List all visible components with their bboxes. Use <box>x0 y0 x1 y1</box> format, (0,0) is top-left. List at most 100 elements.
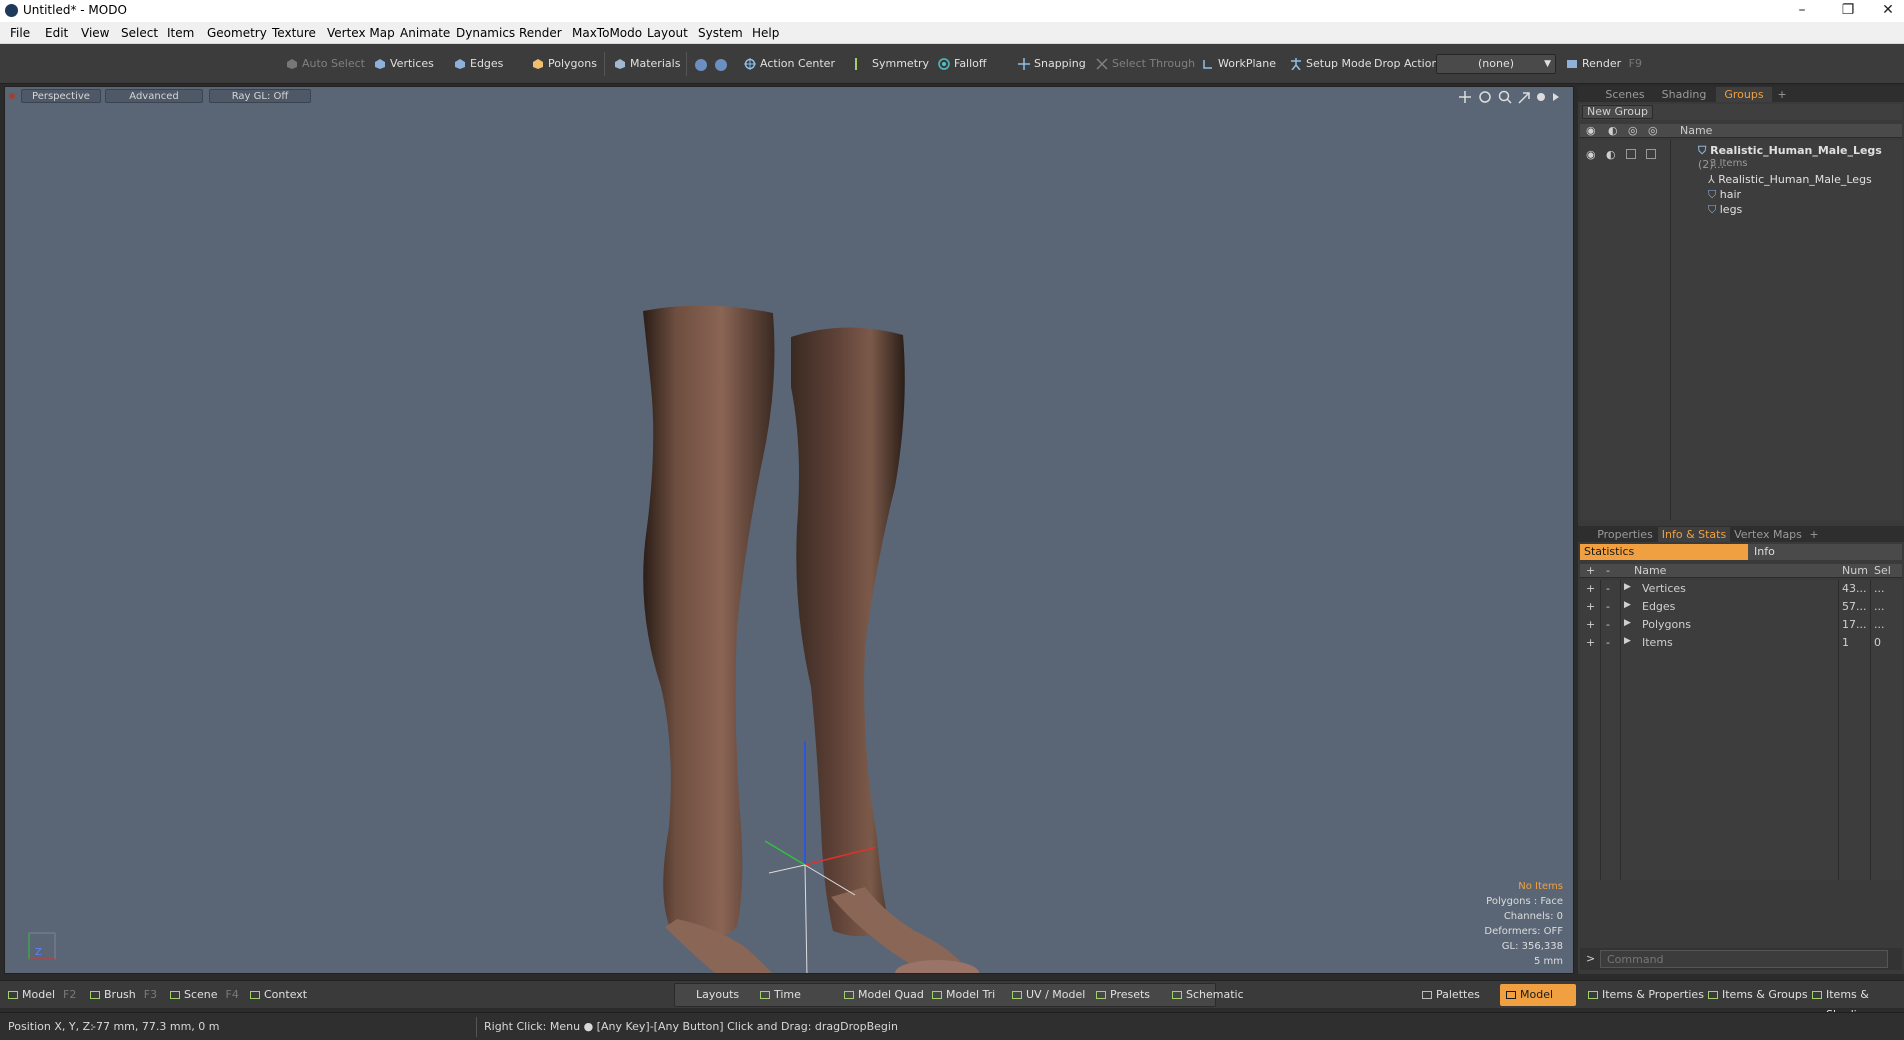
expand-arrow-icon[interactable]: ▶ <box>1624 618 1631 628</box>
close-button[interactable]: ✕ <box>1866 0 1904 22</box>
add-icon[interactable]: + <box>1586 600 1595 613</box>
menu-select[interactable]: Select <box>121 26 158 40</box>
model-tab-button[interactable]: Model <box>1502 985 1553 1005</box>
tab-groups[interactable]: Groups <box>1716 87 1772 102</box>
status-hint: Right Click: Menu ● [Any Key]-[Any Butto… <box>484 1020 898 1033</box>
items-groups-tab[interactable]: Items & Groups <box>1704 985 1808 1005</box>
add-icon[interactable]: + <box>1586 618 1595 631</box>
remove-icon[interactable]: - <box>1606 600 1610 613</box>
remove-icon[interactable]: - <box>1606 582 1610 595</box>
items-shading-tab[interactable]: Items & Shading <box>1808 985 1904 1021</box>
viewport-info-deformers: Deformers: OFF <box>1484 926 1563 937</box>
stats-row[interactable]: + - ▶ Items 1 0 <box>1580 636 1902 652</box>
layouts-button[interactable]: Layouts <box>680 985 739 1005</box>
tab-properties[interactable]: Properties <box>1594 527 1656 542</box>
grid-icon <box>1588 991 1598 999</box>
element-mode-icon[interactable] <box>694 58 708 72</box>
layout-brush-button[interactable]: Brush F3 <box>86 985 157 1005</box>
falloff-button[interactable]: Falloff <box>934 54 986 74</box>
stats-row[interactable]: + - ▶ Vertices 43... ... <box>1580 582 1902 598</box>
tab-vertex-maps[interactable]: Vertex Maps <box>1732 527 1804 542</box>
polygons-button[interactable]: Polygons <box>528 54 597 74</box>
menu-layout[interactable]: Layout <box>647 26 688 40</box>
item-mode-icon[interactable] <box>714 58 728 72</box>
statistics-subtab[interactable]: Statistics <box>1580 544 1748 560</box>
raygl-toggle[interactable]: Ray GL: Off <box>209 89 311 103</box>
expand-all-icon[interactable]: + <box>1586 564 1595 577</box>
status-divider <box>476 1017 477 1037</box>
workplane-button[interactable]: WorkPlane <box>1198 54 1276 74</box>
menu-file[interactable]: File <box>10 26 30 40</box>
render-toggle-icon[interactable]: ◐ <box>1606 148 1616 161</box>
uv-model-button[interactable]: UV / Model <box>1008 985 1085 1005</box>
view-mode-button[interactable]: Perspective <box>21 89 101 103</box>
visibility-eye-icon[interactable]: ◉ <box>1586 148 1596 161</box>
stats-row[interactable]: + - ▶ Polygons 17... ... <box>1580 618 1902 634</box>
stats-row[interactable]: + - ▶ Edges 57... ... <box>1580 600 1902 616</box>
group-child-locator[interactable]: ⅄ Realistic_Human_Male_Legs <box>1708 173 1872 186</box>
info-subtab[interactable]: Info <box>1748 544 1902 560</box>
model-quad-button[interactable]: Model Quad <box>840 985 924 1005</box>
palettes-button[interactable]: Palettes <box>1418 985 1480 1005</box>
viewport-info-polygons: Polygons : Face <box>1486 896 1563 907</box>
menu-maxtomodo[interactable]: MaxToModo <box>572 26 642 40</box>
groups-list-header: ◉ ◐ ◎ ◎ Name <box>1580 124 1902 138</box>
menu-geometry[interactable]: Geometry <box>207 26 267 40</box>
main-toolbar: Auto Select Vertices Edges Polygons Mate… <box>0 44 1904 84</box>
collapse-all-icon[interactable]: - <box>1606 564 1610 577</box>
menu-view[interactable]: View <box>81 26 109 40</box>
layout-model-button[interactable]: Model F2 <box>4 985 76 1005</box>
expand-arrow-icon[interactable]: ▶ <box>1624 600 1631 610</box>
menu-edit[interactable]: Edit <box>45 26 68 40</box>
add-tab-button[interactable]: + <box>1806 527 1822 542</box>
snapping-button[interactable]: Snapping <box>1014 54 1086 74</box>
model-tri-button[interactable]: Model Tri <box>928 985 995 1005</box>
menu-vertex-map[interactable]: Vertex Map <box>327 26 395 40</box>
menu-system[interactable]: System <box>698 26 743 40</box>
drop-action-select[interactable]: (none) ▼ <box>1436 54 1556 74</box>
menu-item[interactable]: Item <box>167 26 194 40</box>
shading-mode-button[interactable]: Advanced <box>105 89 203 103</box>
materials-button[interactable]: Materials <box>610 54 680 74</box>
menu-dynamics[interactable]: Dynamics <box>456 26 515 40</box>
items-properties-tab[interactable]: Items & Properties <box>1584 985 1704 1005</box>
expand-arrow-icon[interactable]: ▶ <box>1624 636 1631 646</box>
auto-select-button[interactable]: Auto Select <box>282 54 365 74</box>
select-through-button[interactable]: Select Through <box>1092 54 1195 74</box>
tab-scenes[interactable]: Scenes <box>1598 87 1652 102</box>
palette-icon <box>1422 991 1432 999</box>
add-icon[interactable]: + <box>1586 636 1595 649</box>
menu-help[interactable]: Help <box>752 26 779 40</box>
add-icon[interactable]: + <box>1586 582 1595 595</box>
tab-info-stats[interactable]: Info & Stats <box>1658 527 1730 542</box>
schematic-button[interactable]: Schematic <box>1168 985 1244 1005</box>
menu-texture[interactable]: Texture <box>272 26 316 40</box>
edges-button[interactable]: Edges <box>450 54 503 74</box>
expand-arrow-icon[interactable]: ▶ <box>1624 582 1631 592</box>
action-center-button[interactable]: Action Center <box>740 54 835 74</box>
3d-viewport[interactable]: Perspective Advanced Ray GL: Off Z No It… <box>4 86 1574 974</box>
new-group-button[interactable]: New Group <box>1582 105 1653 119</box>
render-button[interactable]: Render F9 <box>1562 54 1642 74</box>
remove-icon[interactable]: - <box>1606 618 1610 631</box>
lock-checkbox[interactable] <box>1626 149 1636 159</box>
select-checkbox[interactable] <box>1646 149 1656 159</box>
restore-button[interactable]: ❐ <box>1826 0 1870 22</box>
layout-scene-button[interactable]: Scene F4 <box>166 985 239 1005</box>
command-input[interactable] <box>1600 950 1888 968</box>
time-button[interactable]: Time <box>756 985 801 1005</box>
vertices-button[interactable]: Vertices <box>370 54 434 74</box>
add-tab-button[interactable]: + <box>1774 87 1790 102</box>
menu-render[interactable]: Render <box>519 26 562 40</box>
minimize-button[interactable]: – <box>1780 0 1824 22</box>
presets-button[interactable]: Presets <box>1092 985 1150 1005</box>
group-child-hair[interactable]: ⛉ hair <box>1708 188 1741 202</box>
edges-icon <box>455 59 465 69</box>
menu-animate[interactable]: Animate <box>400 26 450 40</box>
group-child-legs[interactable]: ⛉ legs <box>1708 203 1742 217</box>
viewport-menu-icon[interactable] <box>9 93 15 99</box>
symmetry-button[interactable]: Symmetry <box>846 54 929 74</box>
tab-shading[interactable]: Shading <box>1654 87 1714 102</box>
remove-icon[interactable]: - <box>1606 636 1610 649</box>
layout-context-button[interactable]: Context <box>246 985 307 1005</box>
